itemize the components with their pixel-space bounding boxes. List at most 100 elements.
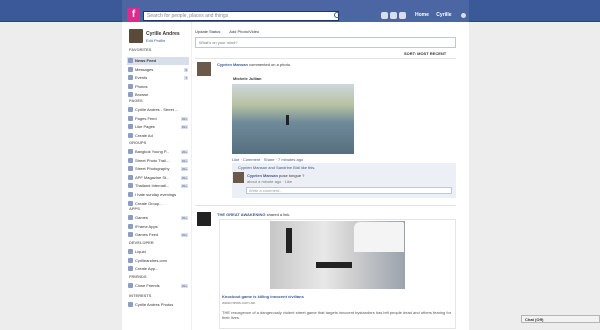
sidebar-item-icon [128, 149, 133, 154]
home-link[interactable]: Home [415, 12, 429, 18]
sidebar-item-icon [128, 92, 133, 98]
sidebar-item[interactable]: Create Ad [127, 132, 189, 140]
sidebar-item-label: Cyrilleandres.com [135, 257, 168, 263]
sidebar-item[interactable]: Photos [127, 83, 189, 91]
sidebar-item[interactable]: Cyrille Andres Photos [127, 301, 189, 309]
sidebar-item-icon [128, 192, 133, 197]
sidebar-item-icon [128, 166, 133, 172]
add-photo-tab[interactable]: Add Photo/Video [229, 29, 259, 34]
commenter-avatar[interactable] [233, 172, 244, 183]
post-header: THE GREAT AWAKENING shared a link. [217, 212, 290, 217]
sidebar-item-icon [128, 200, 133, 206]
sidebar-item-label: Create App... [135, 266, 159, 272]
link-url: www.news.com.au [222, 300, 256, 305]
post-author[interactable]: Cyprien Mansan [217, 62, 248, 67]
thumbnail-person [286, 228, 292, 253]
thumbnail-car [354, 222, 404, 252]
sidebar-item[interactable]: Create App... [127, 265, 189, 273]
sidebar-item[interactable]: News Feed [127, 57, 189, 65]
sidebar-item[interactable]: Games Feed 20+ [127, 231, 189, 239]
sidebar-item-icon [128, 266, 133, 272]
sidebar-item-label: Create Ad [135, 132, 153, 138]
sidebar-item-label: Pages Feed [135, 115, 157, 121]
count-badge: 20+ [180, 284, 188, 288]
sidebar-item-icon [128, 115, 133, 121]
thumbnail-person-lying [316, 262, 352, 268]
section-apps: APPS [129, 206, 140, 211]
sidebar-item-label: I hate sunday evenings [135, 192, 177, 197]
photo-owner[interactable]: Michele Jullian [233, 76, 261, 81]
sidebar-item[interactable]: Bangkok Young P... 20+ [127, 148, 189, 156]
sidebar-item[interactable]: Street Photo Trail... 20+ [127, 157, 189, 165]
sidebar-item-label: Games [135, 215, 148, 220]
sidebar-item-label: Street Photo Trail... [135, 157, 170, 163]
messages-icon[interactable] [390, 12, 397, 19]
post-action: commented on a photo. [249, 62, 292, 67]
profile-link[interactable]: Cyrille [436, 12, 451, 18]
section-favorites: FAVORITES [129, 47, 152, 52]
sidebar-item-label: Thailand Internati... [135, 183, 170, 189]
comment-author[interactable]: Cyprien Mansan [247, 173, 278, 178]
section-interests: INTERESTS [129, 293, 152, 298]
comment-text: pose tongue ? [279, 173, 305, 178]
sidebar-item[interactable]: Messages 9 [127, 66, 189, 74]
sidebar-item-icon [128, 249, 133, 254]
sidebar-item[interactable]: Cyrilleandres.com [127, 257, 189, 265]
sidebar-item-label: Street Photography [135, 166, 170, 172]
sidebar-item-label: Create Group... [135, 200, 163, 206]
sidebar-item[interactable]: I hate sunday evenings [127, 191, 189, 199]
sidebar-item[interactable]: Cyrille Andres - Street ... [127, 106, 189, 114]
post-author[interactable]: THE GREAT AWAKENING [217, 212, 265, 217]
notification-icons [381, 12, 411, 20]
sidebar-item[interactable]: Events 7 [127, 74, 189, 82]
likes-summary[interactable]: Cyprien Mansan and Sandrine Bidi like th… [238, 165, 315, 170]
sort-dropdown[interactable]: SORT: MOST RECENT [404, 51, 446, 56]
friend-requests-icon[interactable] [381, 12, 388, 19]
sidebar-item[interactable]: IFrame Apps [127, 223, 189, 231]
sidebar-item[interactable]: Street Photography 20+ [127, 165, 189, 173]
sidebar-item-icon [128, 66, 133, 72]
page-avatar[interactable] [197, 212, 211, 226]
facebook-logo[interactable]: f [127, 8, 140, 22]
column-divider [191, 22, 192, 330]
count-badge: 20+ [180, 184, 188, 189]
sidebar-item[interactable]: Games 20+ [127, 214, 189, 222]
section-developer: DEVELOPER [129, 240, 154, 245]
search-icon[interactable] [334, 12, 340, 18]
count-badge: 20+ [180, 233, 188, 238]
comment-input[interactable]: Write a comment... [246, 187, 452, 194]
section-groups: GROUPS [129, 140, 147, 145]
link-description: THE resurgence of a dangerously violent … [222, 310, 452, 320]
update-status-tab[interactable]: Update Status [195, 29, 220, 34]
sidebar-item[interactable]: Close Friends 20+ [127, 282, 189, 290]
sidebar-item-label: Messages [135, 66, 154, 72]
comment-line: Cyprien Mansan pose tongue ? [247, 173, 304, 178]
section-friends: FRIENDS [129, 274, 147, 279]
comment-meta[interactable]: about a minute ago · Like [247, 179, 292, 184]
sidebar-item[interactable]: Liquid [127, 248, 189, 256]
sidebar-item-label: Like Pages [135, 124, 155, 130]
edit-profile-link[interactable]: Edit Profile [146, 38, 165, 43]
sidebar-item[interactable]: APF Magazine St... 20+ [127, 174, 189, 182]
status-input[interactable]: What's on your mind? [195, 37, 456, 48]
post-photo[interactable] [232, 84, 354, 154]
profile-name[interactable]: Cyrille Andres [146, 31, 180, 37]
count-badge: 20+ [180, 167, 188, 172]
sidebar-item-label: Events [135, 75, 148, 81]
chat-bar[interactable]: Chat (Off) [521, 315, 600, 323]
sidebar-item[interactable]: Thailand Internati... 20+ [127, 182, 189, 190]
sidebar-item-icon [128, 223, 133, 229]
sidebar-item[interactable]: Like Pages 20+ [127, 123, 189, 131]
post-author-avatar[interactable] [197, 62, 211, 76]
post-actions[interactable]: Like · Comment · Share · 7 minutes ago [232, 157, 303, 162]
avatar[interactable] [129, 29, 143, 43]
gear-icon[interactable] [461, 13, 466, 18]
count-badge: 20+ [180, 125, 188, 130]
composer-tabs: Update Status Add Photo/Video [195, 29, 267, 34]
sidebar-item-icon [128, 257, 133, 263]
sidebar-item[interactable]: Pages Feed 20+ [127, 115, 189, 123]
link-title[interactable]: Knockout game is killing innocent civili… [222, 294, 304, 299]
sidebar-item-label: Liquid [135, 249, 146, 254]
search-input[interactable]: Search for people, places and things [143, 11, 339, 21]
notifications-icon[interactable] [399, 12, 406, 19]
